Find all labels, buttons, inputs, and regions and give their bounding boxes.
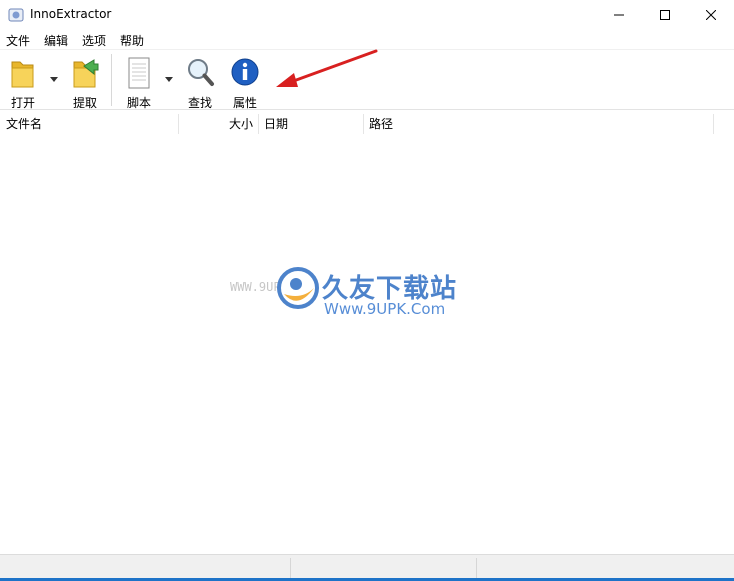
extract-button[interactable]: 提取	[66, 54, 104, 110]
open-label: 打开	[10, 96, 35, 110]
extract-label: 提取	[72, 96, 97, 110]
info-icon	[231, 58, 259, 86]
properties-label: 属性	[232, 96, 257, 110]
menu-file[interactable]: 文件	[6, 32, 30, 49]
open-dropdown-icon[interactable]	[50, 77, 58, 82]
menu-edit[interactable]: 编辑	[44, 32, 68, 49]
file-list[interactable]	[0, 136, 734, 554]
column-divider[interactable]	[363, 114, 364, 134]
menu-options[interactable]: 选项	[82, 32, 106, 49]
folder-open-icon	[11, 61, 34, 88]
status-bar	[0, 554, 734, 581]
find-label: 查找	[187, 96, 212, 110]
column-divider[interactable]	[258, 114, 259, 134]
column-path[interactable]: 路径	[369, 112, 393, 136]
toolbar: 打开 提取 脚本 查找 属性	[0, 49, 734, 110]
window-title: InnoExtractor	[30, 7, 112, 21]
watermark: WWW.9UPK.COM 久友下载站 Www.9UPK.Com	[230, 262, 480, 332]
app-icon	[8, 8, 24, 22]
menu-help[interactable]: 帮助	[120, 32, 144, 49]
close-button[interactable]	[688, 0, 734, 30]
minimize-button[interactable]	[596, 0, 642, 30]
status-panel	[290, 558, 291, 578]
title-bar: InnoExtractor	[0, 0, 734, 30]
maximize-icon	[660, 10, 670, 20]
minimize-icon	[614, 14, 624, 16]
script-document-icon	[128, 57, 150, 89]
annotation-arrow-icon	[276, 49, 378, 87]
column-divider[interactable]	[178, 114, 179, 134]
file-list-header: 文件名 大小 日期 路径	[0, 112, 734, 136]
extract-folder-icon	[73, 59, 99, 88]
status-panel	[476, 558, 477, 578]
toolbar-separator	[111, 54, 112, 106]
column-filename[interactable]: 文件名	[6, 112, 42, 136]
properties-button[interactable]: 属性	[226, 54, 264, 110]
close-icon	[706, 10, 716, 20]
script-label: 脚本	[126, 96, 151, 110]
column-divider[interactable]	[713, 114, 714, 134]
open-button[interactable]: 打开	[4, 54, 42, 110]
watermark-logo-icon	[277, 267, 319, 309]
maximize-button[interactable]	[642, 0, 688, 30]
column-size[interactable]: 大小	[229, 112, 253, 136]
watermark-url: Www.9UPK.Com	[324, 300, 446, 318]
magnifier-icon	[188, 59, 214, 86]
column-date[interactable]: 日期	[264, 112, 288, 136]
find-button[interactable]: 查找	[181, 54, 219, 110]
script-button[interactable]: 脚本	[120, 54, 158, 110]
script-dropdown-icon[interactable]	[165, 77, 173, 82]
